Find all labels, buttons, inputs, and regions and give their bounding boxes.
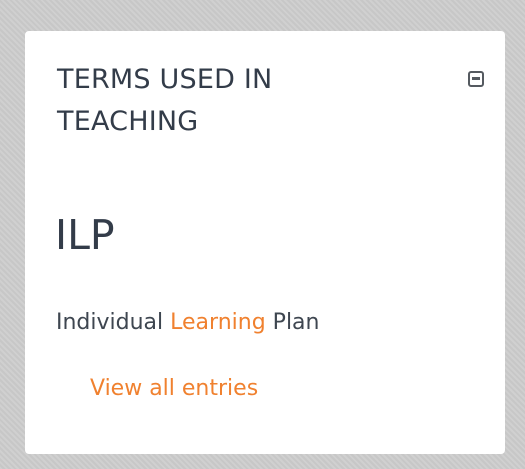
definition-word: Plan xyxy=(272,310,320,335)
glossary-block: TERMS USED IN TEACHING ILP Individual Le… xyxy=(25,31,505,454)
view-all-entries-link[interactable]: View all entries xyxy=(90,373,258,405)
definition-word: Individual xyxy=(56,310,164,335)
glossary-term: ILP xyxy=(55,211,115,259)
block-title: TERMS USED IN TEACHING xyxy=(57,64,273,137)
definition-highlight: Learning xyxy=(170,310,266,335)
collapse-icon[interactable] xyxy=(468,71,484,87)
glossary-definition: Individual Learning Plan xyxy=(56,307,319,339)
